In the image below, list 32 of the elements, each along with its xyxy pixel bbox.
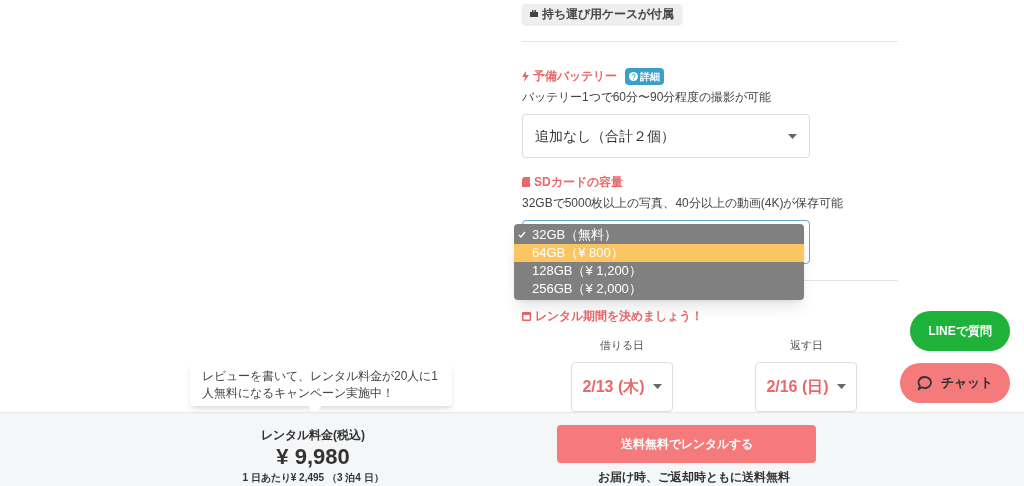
caret-icon xyxy=(652,384,662,389)
line-question-button[interactable]: LINEで質問 xyxy=(910,311,1010,351)
price-amount: ¥ 9,980 xyxy=(276,444,350,470)
bag-icon xyxy=(530,10,538,17)
feature-tag: 持ち運び用ケースが付属 xyxy=(522,3,682,24)
sd-card-icon xyxy=(522,177,530,187)
section-title: 予備バッテリー xyxy=(522,67,617,85)
date-select[interactable]: 2/13 (木) xyxy=(571,361,673,412)
date-label: 返す日 xyxy=(789,338,823,353)
battery-select[interactable]: 追加なし（合計２個） xyxy=(522,114,810,158)
price-label: レンタル料金(税込) xyxy=(261,427,365,444)
date-select[interactable]: 2/16 (日) xyxy=(755,361,857,412)
check-icon xyxy=(518,231,526,239)
caret-icon xyxy=(788,133,797,139)
lightning-icon xyxy=(522,70,529,82)
calendar-icon xyxy=(522,311,531,321)
dropdown-option[interactable]: 128GB（¥ 1,200） xyxy=(514,262,804,280)
section-description: 32GBで5000枚以上の写真、40分以上の動画(4K)が保存可能 xyxy=(522,195,845,212)
chat-button[interactable]: チャット xyxy=(900,363,1010,403)
dropdown-option[interactable]: 32GB（無料） xyxy=(514,226,804,244)
caret-icon xyxy=(836,384,846,389)
section-title: SDカードの容量 xyxy=(522,173,898,191)
per-day-price: 1 日あたり¥ 2,495 （3 泊4 日） xyxy=(242,471,384,485)
help-icon xyxy=(629,71,638,81)
dropdown-option[interactable]: 256GB（¥ 2,000） xyxy=(514,280,804,298)
detail-badge[interactable]: 詳細 xyxy=(625,67,664,85)
rent-button[interactable]: 送料無料でレンタルする xyxy=(557,425,816,463)
speech-bubble-icon xyxy=(917,375,933,391)
date-label: 借りる日 xyxy=(600,338,644,353)
section-title: レンタル期間を決めましょう！ xyxy=(522,307,898,325)
section-description: バッテリー1つで60分〜90分程度の撮影が可能 xyxy=(522,89,773,106)
shipping-note: お届け時、ご返却時ともに送料無料 xyxy=(598,469,790,486)
